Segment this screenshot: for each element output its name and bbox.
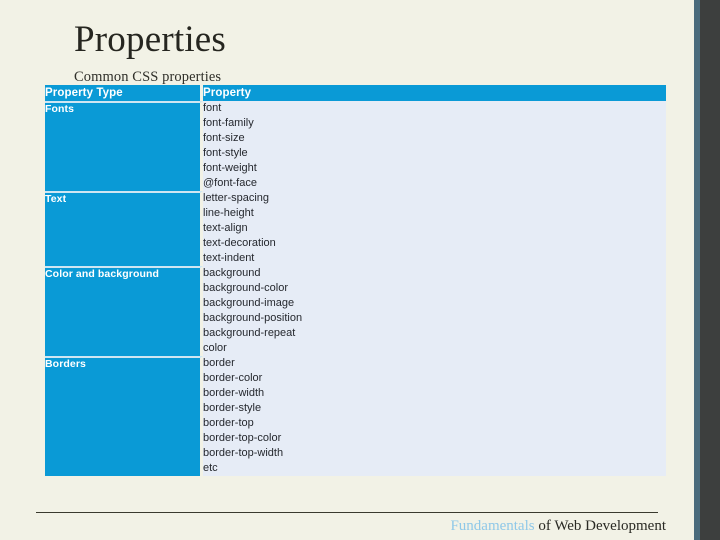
table-body: Fonts font font-family font-size font-style f… (45, 101, 666, 476)
property-name: border-width (203, 387, 265, 399)
property-list-cell: background background-color background-ima… (203, 266, 666, 356)
property-list-cell: font font-family font-size font-style font-w… (203, 101, 666, 191)
property-name: border-style (203, 402, 262, 414)
footer-text: Fundamentals of Web Development (450, 518, 666, 535)
footer-divider (36, 512, 658, 513)
property-name: font-weight (203, 162, 257, 174)
property-name: line-height (203, 207, 254, 219)
property-name: border (203, 357, 235, 369)
property-type-cell: Borders (45, 356, 203, 476)
properties-table: Property Type Property Fonts font font-fam… (45, 85, 666, 476)
property-name: font-style (203, 147, 248, 159)
property-name: color (203, 342, 227, 354)
footer-brand: Fundamentals (450, 518, 535, 534)
right-edge-band (700, 0, 720, 540)
property-name: font-family (203, 117, 254, 129)
property-name: background-color (203, 282, 288, 294)
slide-subtitle: Common CSS properties (74, 69, 222, 85)
table-header-row: Property Type Property (45, 85, 666, 101)
property-name: font-size (203, 132, 245, 144)
property-name: border-top (203, 417, 254, 429)
table-row: Text letter-spacing line-height text-align t… (45, 191, 666, 266)
column-header-property-type: Property Type (45, 85, 203, 101)
page-title: Properties (74, 19, 227, 60)
table-row: Fonts font font-family font-size font-style f… (45, 101, 666, 191)
property-name: font (203, 102, 222, 114)
property-name: @font-face (203, 177, 257, 189)
property-name: border-color (203, 372, 263, 384)
property-name: letter-spacing (203, 192, 270, 204)
property-type-cell: Color and background (45, 266, 203, 356)
property-type-cell: Text (45, 191, 203, 266)
property-name: text-indent (203, 252, 255, 264)
footer-subtitle: of Web Development (534, 518, 666, 534)
property-name: text-decoration (203, 237, 276, 249)
table-header: Property Type Property (45, 85, 666, 101)
property-name: border-top-width (203, 447, 284, 459)
property-name: etc (203, 462, 218, 474)
property-name: border-top-color (203, 432, 282, 444)
property-name: background-position (203, 312, 303, 324)
property-name: background-repeat (203, 327, 296, 339)
property-list-cell: border border-color border-width border-sty… (203, 356, 666, 476)
property-list-cell: letter-spacing line-height text-align text-… (203, 191, 666, 266)
property-name: background (203, 267, 261, 279)
property-name: background-image (203, 297, 295, 309)
property-type-cell: Fonts (45, 101, 203, 191)
property-name: text-align (203, 222, 248, 234)
column-header-property: Property (203, 85, 666, 101)
table-row: Borders border border-color border-width bor… (45, 356, 666, 476)
slide-canvas: Properties Common CSS properties Propert… (0, 0, 694, 540)
table-row: Color and background background background… (45, 266, 666, 356)
